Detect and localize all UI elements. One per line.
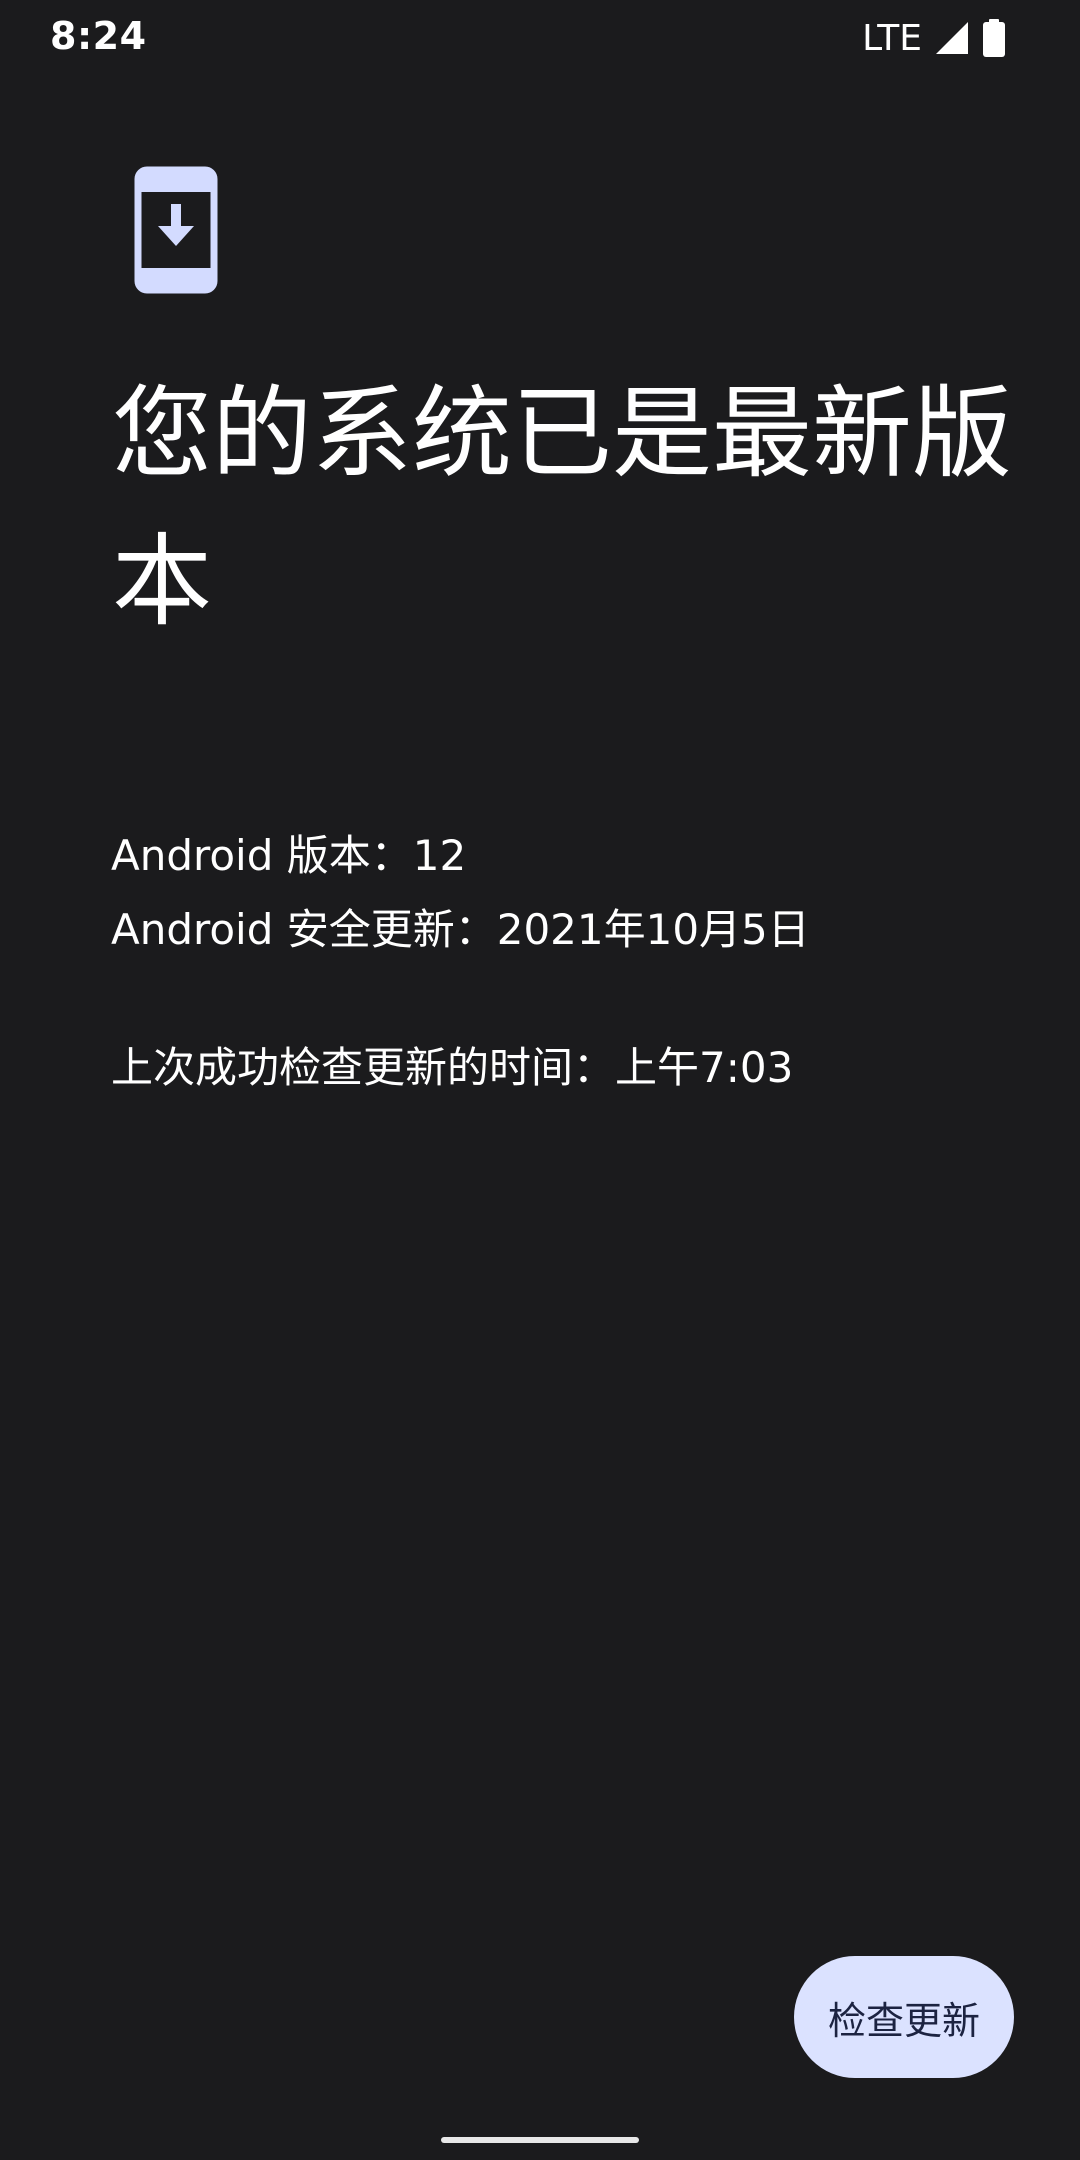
last-check-text: 上次成功检查更新的时间：上午7:03	[111, 1043, 794, 1092]
page-title: 您的系统已是最新版本	[112, 375, 1012, 640]
cell-signal-icon	[934, 20, 970, 56]
check-update-button[interactable]: 检查更新	[794, 1956, 1014, 2078]
gesture-nav-handle[interactable]	[441, 2137, 639, 2143]
android-version-text: Android 版本：12	[111, 831, 467, 880]
system-update-icon	[134, 166, 218, 294]
battery-full-icon	[982, 19, 1006, 57]
status-time: 8:24	[50, 14, 147, 58]
system-update-screen: 8:24 LTE 您的系统已是最新版本 Android 版本：12 Androi…	[0, 0, 1080, 2160]
security-update-text: Android 安全更新：2021年10月5日	[111, 905, 810, 954]
status-indicators: LTE	[862, 16, 1006, 60]
check-update-button-label: 检查更新	[827, 1998, 980, 2043]
network-type-label: LTE	[862, 17, 922, 59]
status-bar: 8:24 LTE	[0, 0, 1080, 76]
